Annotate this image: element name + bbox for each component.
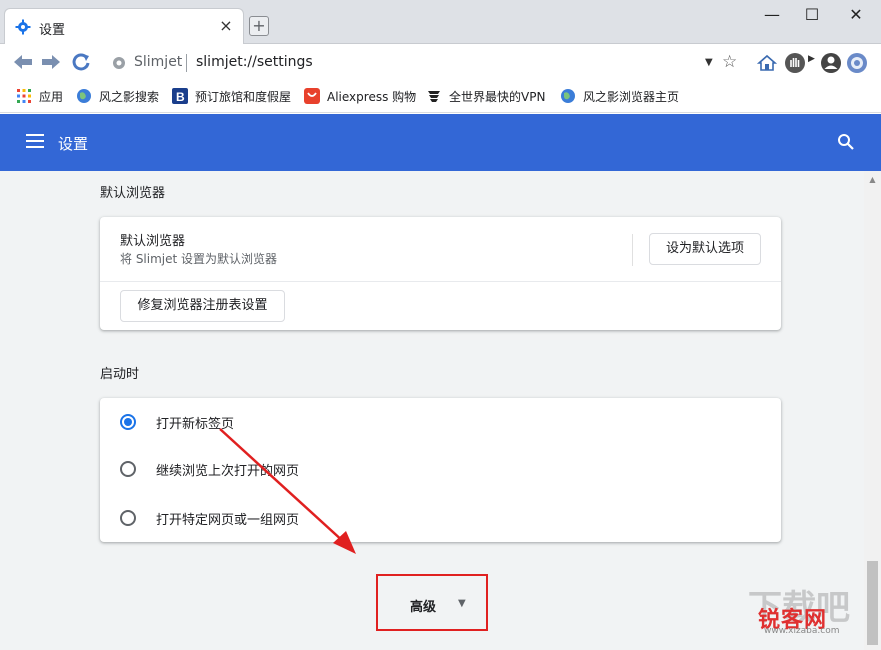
tab-title: 设置 <box>39 23 66 38</box>
vertical-scrollbar[interactable]: ▲ <box>864 171 881 650</box>
watermark: 下载吧 锐客网 www.xizaba.com <box>740 580 870 640</box>
account-icon[interactable] <box>820 52 842 74</box>
search-icon[interactable] <box>836 132 856 152</box>
reload-icon[interactable] <box>70 52 92 72</box>
hamburger-menu-icon[interactable] <box>26 134 44 148</box>
close-window-button[interactable]: ✕ <box>836 4 876 28</box>
forward-icon[interactable] <box>40 52 62 72</box>
bookmark-item[interactable]: Aliexpress 购物 <box>304 87 416 105</box>
site-info-icon[interactable] <box>112 56 126 70</box>
booking-icon: B <box>172 88 188 104</box>
address-bar[interactable]: Slimjet slimjet://settings ▼ ☆ <box>100 49 748 77</box>
bookmark-item[interactable]: 风之影浏览器主页 <box>560 87 679 105</box>
title-bar: 设置 × + — ☐ ✕ <box>0 0 881 45</box>
site-name: Slimjet <box>134 54 183 70</box>
home-icon[interactable] <box>756 52 778 74</box>
toolbar: Slimjet slimjet://settings ▼ ☆ ▶ <box>0 44 881 80</box>
globe-icon <box>77 89 91 103</box>
adblock-hand-icon[interactable] <box>784 52 806 74</box>
bookmark-star-icon[interactable]: ☆ <box>722 52 737 72</box>
url-text[interactable]: slimjet://settings <box>196 54 313 70</box>
maximize-button[interactable]: ☐ <box>792 4 832 28</box>
settings-content: 默认浏览器 默认浏览器 将 Slimjet 设置为默认浏览器 设为默认选项 修复… <box>0 171 864 650</box>
tab-close-icon[interactable]: × <box>217 17 235 35</box>
bookmark-item[interactable]: 应用 <box>16 87 63 105</box>
watermark-url: www.xizaba.com <box>764 626 840 636</box>
new-tab-button[interactable]: + <box>249 16 269 36</box>
aliexpress-icon <box>304 88 320 104</box>
bookmark-label: Aliexpress 购物 <box>327 89 417 104</box>
vpn-icon <box>428 91 440 102</box>
globe-icon <box>561 89 575 103</box>
back-icon[interactable] <box>12 52 34 72</box>
settings-header: 设置 <box>0 114 881 171</box>
scroll-up-icon[interactable]: ▲ <box>864 171 881 188</box>
page-title: 设置 <box>58 135 89 153</box>
minimize-button[interactable]: — <box>752 4 792 28</box>
bookmark-label: 全世界最快的VPN <box>449 89 546 104</box>
settings-globe-icon[interactable] <box>846 52 868 74</box>
bookmark-item[interactable]: B 预订旅馆和度假屋 <box>172 87 291 105</box>
bookmark-label: 风之影搜索 <box>99 89 160 104</box>
apps-grid-icon <box>17 89 31 103</box>
bookmarks-bar: 应用 风之影搜索 B 预订旅馆和度假屋 Aliexpress 购物 全世界最快的… <box>0 80 881 113</box>
svg-text:B: B <box>176 90 185 104</box>
dropdown-icon[interactable]: ▼ <box>705 57 713 68</box>
bookmark-label: 预订旅馆和度假屋 <box>195 89 292 104</box>
bookmark-label: 风之影浏览器主页 <box>583 89 680 104</box>
expand-arrow-icon[interactable]: ▶ <box>808 54 815 64</box>
tab-settings[interactable]: 设置 × <box>4 8 244 45</box>
address-separator <box>186 54 187 72</box>
annotation-arrow <box>219 428 356 554</box>
gear-icon <box>15 19 31 35</box>
bookmark-label: 应用 <box>39 89 64 104</box>
bookmark-item[interactable]: 风之影搜索 <box>76 87 159 105</box>
bookmark-item[interactable]: 全世界最快的VPN <box>426 87 545 105</box>
